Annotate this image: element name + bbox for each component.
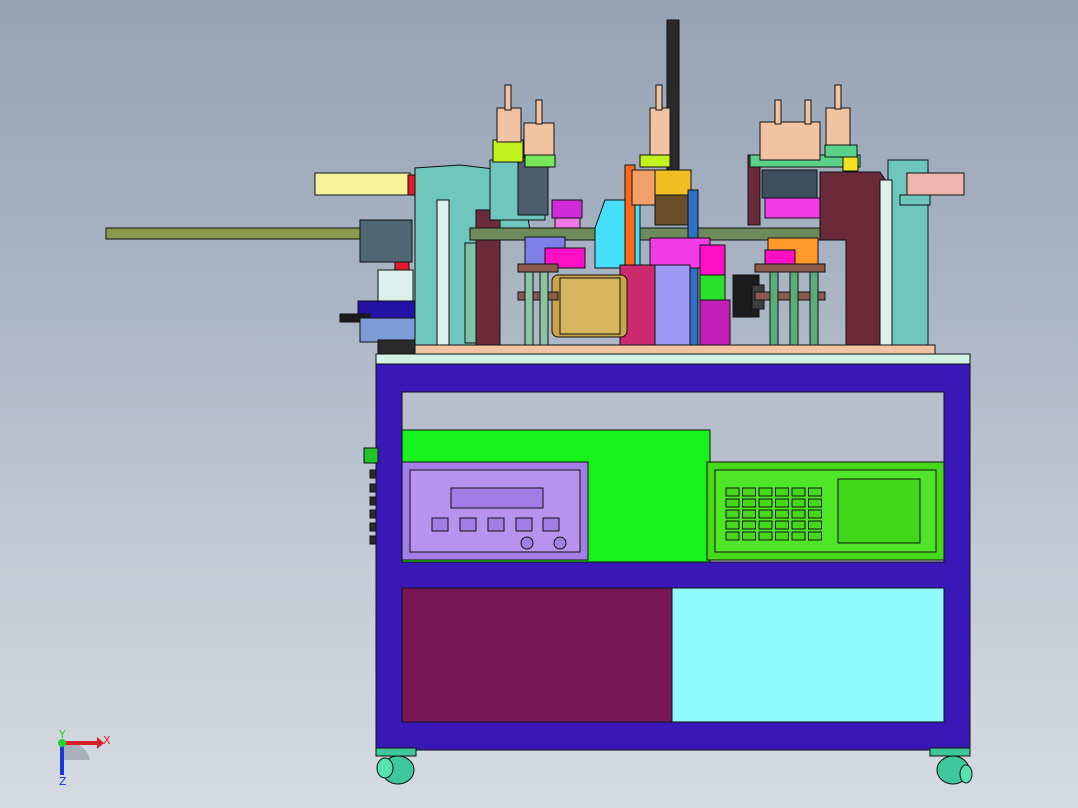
plc-key[interactable] [791, 531, 806, 541]
plc-key[interactable] [808, 509, 822, 519]
view-orientation-triad-icon [58, 737, 104, 775]
plc-key[interactable] [758, 509, 773, 519]
plc-key[interactable] [808, 487, 822, 497]
plc-key[interactable] [758, 498, 773, 508]
controller-key[interactable] [487, 517, 505, 532]
plc-key[interactable] [758, 531, 773, 541]
triad-z-label: Z [59, 775, 67, 788]
plc-key[interactable] [725, 509, 740, 519]
plc-key[interactable] [742, 487, 756, 497]
plc-key[interactable] [808, 531, 822, 541]
plc-key[interactable] [775, 520, 789, 530]
plc-key[interactable] [791, 520, 806, 530]
cabinet-door-right[interactable] [671, 587, 945, 723]
plc-key[interactable] [758, 520, 773, 530]
controller-knob[interactable] [553, 536, 567, 550]
plc-key[interactable] [725, 487, 740, 497]
plc-key[interactable] [742, 520, 756, 530]
plc-key[interactable] [808, 520, 822, 530]
triad-x-label: X [103, 734, 111, 747]
plc-key[interactable] [742, 531, 756, 541]
motor-block-left [359, 219, 413, 263]
top-plate [375, 353, 971, 365]
pneumatic-cylinder-left [314, 172, 411, 196]
controller-key[interactable] [515, 517, 533, 532]
plc-key[interactable] [791, 498, 806, 508]
controller-key[interactable] [542, 517, 560, 532]
pneumatic-cylinder-right [906, 172, 965, 196]
guide-rail-left [105, 227, 367, 240]
plc-key[interactable] [742, 509, 756, 519]
controller-key[interactable] [459, 517, 477, 532]
plc-screen [837, 478, 921, 544]
tool-head-right [759, 121, 821, 161]
cabinet-door-left[interactable] [401, 587, 673, 723]
controller-display [450, 487, 544, 509]
plc-key[interactable] [808, 498, 822, 508]
triad-y-label: Y [59, 728, 66, 741]
plc-key[interactable] [775, 487, 789, 497]
plc-key[interactable] [725, 531, 740, 541]
plc-key[interactable] [758, 487, 773, 497]
plc-key[interactable] [775, 498, 789, 508]
gripper-head [654, 194, 692, 226]
cad-viewport[interactable]: X Y Z [0, 0, 1078, 808]
plc-key[interactable] [775, 531, 789, 541]
plc-key[interactable] [725, 520, 740, 530]
machine-model[interactable] [0, 0, 1078, 808]
plc-key[interactable] [791, 509, 806, 519]
side-switch[interactable] [363, 447, 379, 464]
controller-key[interactable] [431, 517, 449, 532]
plc-key[interactable] [742, 498, 756, 508]
plc-key[interactable] [791, 487, 806, 497]
plc-key[interactable] [725, 498, 740, 508]
controller-knob[interactable] [520, 536, 534, 550]
plc-key[interactable] [775, 509, 789, 519]
